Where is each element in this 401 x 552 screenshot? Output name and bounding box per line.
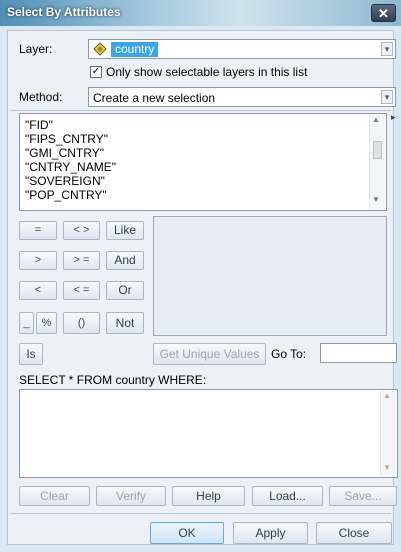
- operator-like-button[interactable]: Like: [106, 221, 144, 240]
- field-item[interactable]: "GMI_CNTRY": [25, 146, 104, 160]
- operator-greater-button[interactable]: >: [19, 251, 57, 270]
- operator-percent-button[interactable]: %: [36, 312, 57, 334]
- operator-less-button[interactable]: <: [19, 281, 57, 300]
- load-button[interactable]: Load...: [252, 486, 323, 506]
- operator-parens-button[interactable]: (): [63, 312, 100, 334]
- scroll-down-icon[interactable]: ▼: [372, 195, 380, 204]
- layer-label: Layer:: [19, 42, 53, 56]
- field-item[interactable]: "FID": [25, 118, 53, 132]
- layer-selected-value: country: [111, 42, 159, 57]
- operator-underscore-button[interactable]: _: [19, 312, 34, 334]
- goto-input[interactable]: [320, 343, 397, 363]
- method-label: Method:: [19, 90, 63, 104]
- only-selectable-checkbox[interactable]: ✓: [90, 66, 102, 78]
- help-button[interactable]: Help: [172, 486, 245, 506]
- scroll-down-icon[interactable]: ▼: [383, 463, 391, 472]
- chevron-down-icon[interactable]: ▾: [381, 42, 393, 56]
- sql-prefix-label: SELECT * FROM country WHERE:: [19, 373, 207, 387]
- close-button[interactable]: Close: [316, 522, 392, 544]
- where-clause-scrollbar[interactable]: ▲ ▼: [380, 391, 396, 476]
- operator-not-button[interactable]: Not: [106, 312, 144, 334]
- ok-button[interactable]: OK: [150, 522, 224, 544]
- scroll-thumb[interactable]: [373, 141, 382, 159]
- operator-equals-button[interactable]: =: [19, 221, 57, 240]
- save-button[interactable]: Save...: [329, 486, 397, 506]
- operator-and-button[interactable]: And: [106, 251, 144, 270]
- chevron-down-icon[interactable]: ▾: [381, 90, 393, 104]
- window-title: Select By Attributes: [7, 5, 121, 19]
- close-icon: ✕: [378, 6, 389, 21]
- operator-less-equal-button[interactable]: < =: [63, 281, 100, 300]
- scroll-up-icon[interactable]: ▲: [372, 115, 380, 124]
- field-item[interactable]: "POP_CNTRY": [25, 188, 107, 202]
- operator-greater-equal-button[interactable]: > =: [63, 251, 100, 270]
- layer-dropdown[interactable]: country ▾: [88, 39, 396, 59]
- apply-button[interactable]: Apply: [233, 522, 308, 544]
- layer-diamond-icon: [93, 42, 107, 56]
- only-selectable-label: Only show selectable layers in this list: [106, 65, 308, 79]
- get-unique-values-button[interactable]: Get Unique Values: [153, 343, 266, 365]
- verify-button[interactable]: Verify: [96, 486, 166, 506]
- close-window-button[interactable]: ✕: [371, 4, 396, 22]
- operator-not-equal-button[interactable]: < >: [63, 221, 100, 240]
- method-dropdown[interactable]: Create a new selection ▾: [88, 87, 396, 107]
- resize-grip-icon[interactable]: ▸: [391, 112, 396, 123]
- field-item[interactable]: "SOVEREIGN": [25, 174, 105, 188]
- fields-listbox[interactable]: "FID" "FIPS_CNTRY" "GMI_CNTRY" "CNTRY_NA…: [19, 113, 387, 211]
- method-value: Create a new selection: [93, 91, 216, 105]
- divider: [10, 110, 391, 111]
- clear-button[interactable]: Clear: [19, 486, 90, 506]
- unique-values-list[interactable]: [153, 216, 387, 336]
- field-item[interactable]: "CNTRY_NAME": [25, 160, 116, 174]
- fields-scrollbar[interactable]: ▲ ▼: [369, 115, 385, 209]
- checkmark-icon: ✓: [91, 66, 101, 77]
- divider: [10, 513, 391, 514]
- where-clause-textarea[interactable]: ▲ ▼: [19, 389, 398, 478]
- operator-or-button[interactable]: Or: [106, 281, 144, 300]
- scroll-up-icon[interactable]: ▲: [383, 391, 391, 400]
- goto-label: Go To:: [271, 347, 307, 361]
- field-item[interactable]: "FIPS_CNTRY": [25, 132, 108, 146]
- operator-is-button[interactable]: Is: [19, 343, 43, 365]
